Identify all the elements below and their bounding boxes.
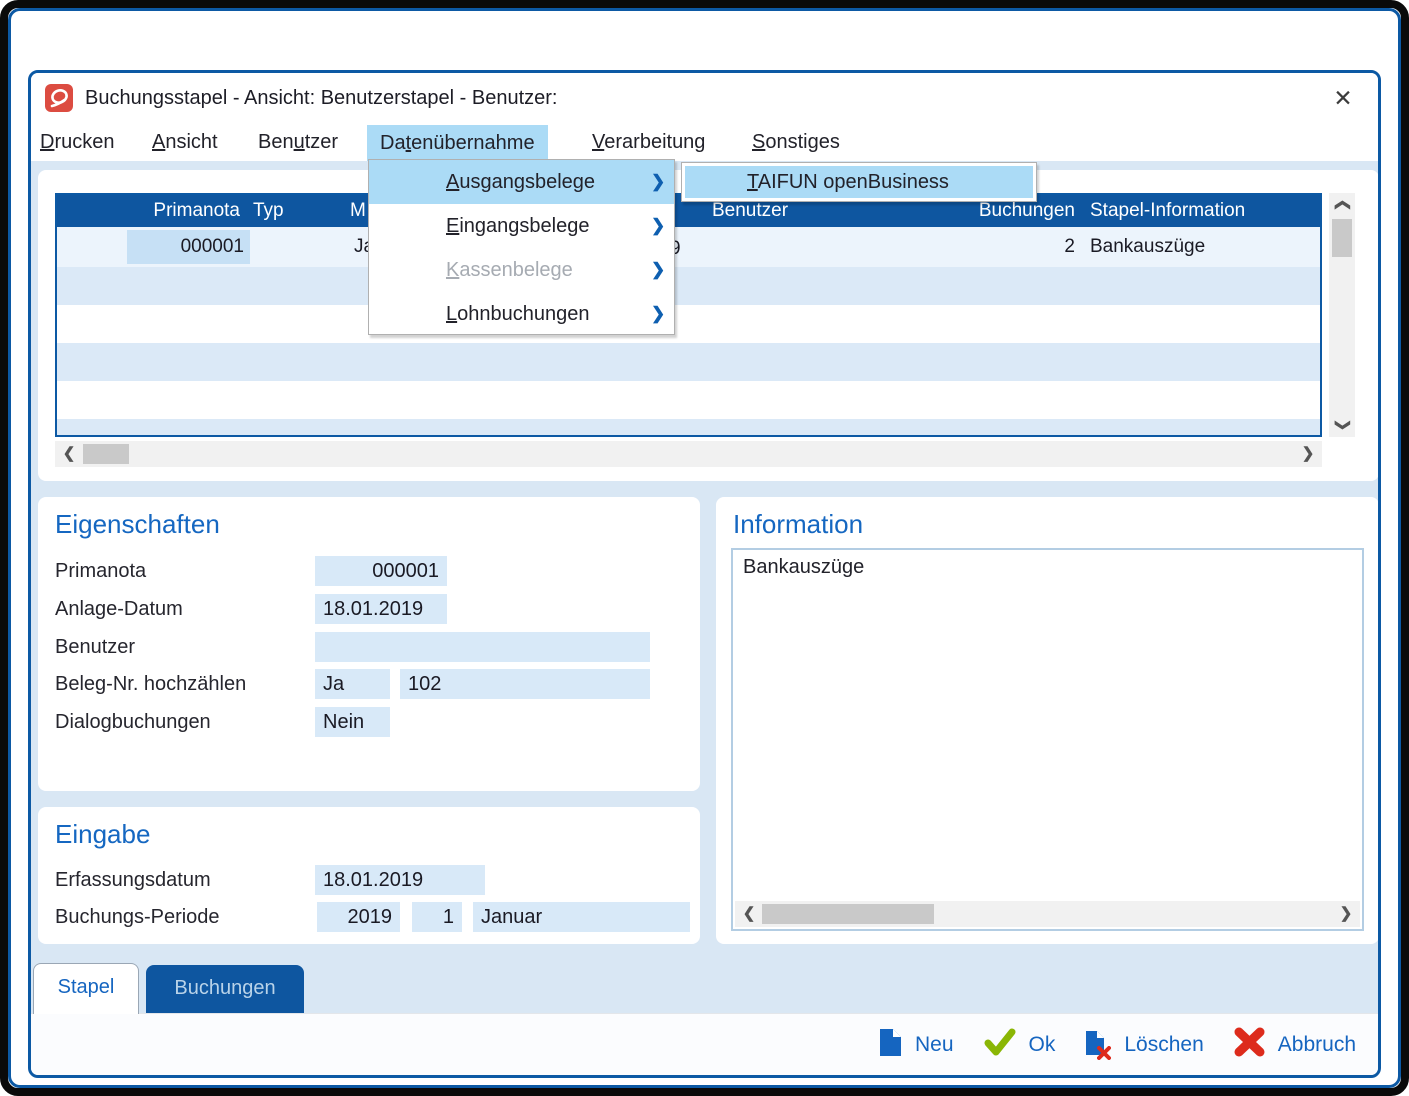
entry-title: Eingabe [55,819,150,850]
new-button[interactable]: Neu [879,1028,954,1063]
ausgangsbelege-submenu: TAIFUN openBusiness [681,162,1037,202]
menu-item-ansicht[interactable]: Ansicht [152,123,218,161]
periode-number-field[interactable]: 1 [412,902,462,932]
beleg-nr-flag-field[interactable]: Ja [315,669,390,699]
menu-item-ausgangsbelege[interactable]: Ausgangsbelege ❯ [369,160,674,204]
scroll-up-icon[interactable]: ❮ [1329,193,1355,217]
cancel-button[interactable]: Abbruch [1234,1027,1356,1063]
hscroll-thumb[interactable] [83,444,129,464]
scroll-down-icon[interactable]: ❯ [1329,413,1355,437]
cell-stapel-information: Bankauszüge [1090,227,1205,267]
submenu-arrow-icon: ❯ [651,160,665,204]
benutzer-label: Benutzer [55,632,135,662]
table-row[interactable] [57,381,1320,419]
information-textarea[interactable]: Bankauszüge ❮ ❯ [731,548,1364,931]
info-hscroll-thumb[interactable] [762,904,934,924]
window-title: Buchungsstapel - Ansicht: Benutzerstapel… [85,73,558,123]
table-row[interactable] [57,267,1320,305]
information-panel: Information Bankauszüge ❮ ❯ [716,497,1379,944]
information-text: Bankauszüge [733,550,1362,585]
header-stapel-information[interactable]: Stapel-Information [1090,195,1245,227]
title-bar: Buchungsstapel - Ansicht: Benutzerstapel… [31,73,1378,123]
scroll-left-icon[interactable]: ❮ [737,901,761,927]
table-row[interactable] [57,305,1320,343]
menu-item-drucken[interactable]: Drucken [40,123,114,161]
primanota-label: Primanota [55,556,146,586]
footer-bar: Neu Ok [31,1013,1378,1075]
scroll-right-icon[interactable]: ❯ [1296,441,1320,467]
menu-item-lohnbuchungen[interactable]: Lohnbuchungen ❯ [369,292,674,336]
table-vertical-scrollbar[interactable]: ❮ ❯ [1329,193,1355,437]
vscroll-thumb[interactable] [1332,219,1352,257]
menu-item-eingangsbelege[interactable]: Eingangsbelege ❯ [369,204,674,248]
new-document-icon [879,1028,902,1063]
scroll-left-icon[interactable]: ❮ [57,441,81,467]
delete-document-icon [1085,1030,1111,1060]
table-row[interactable]: 000001 Ja 2 Bankauszüge [57,227,1320,267]
beleg-nr-value-field[interactable]: 102 [400,669,650,699]
buchungs-periode-label: Buchungs-Periode [55,902,220,932]
erfassungsdatum-field[interactable]: 18.01.2019 [315,865,485,895]
erfassungsdatum-label: Erfassungsdatum [55,865,211,895]
header-monat[interactable]: M [350,195,366,227]
cell-buchungen: 2 [1015,227,1075,267]
menu-item-verarbeitung[interactable]: Verarbeitung [592,123,705,161]
benutzer-field[interactable] [315,632,650,662]
dialogbuchungen-field[interactable]: Nein [315,707,390,737]
properties-title: Eigenschaften [55,509,220,540]
menu-item-benutzer[interactable]: Benutzer [258,123,338,161]
tab-buchungen[interactable]: Buchungen [146,965,304,1013]
datenuebernahme-dropdown: Ausgangsbelege ❯ Eingangsbelege ❯ Kassen… [368,159,675,335]
table-row[interactable] [57,343,1320,381]
submenu-arrow-icon: ❯ [651,292,665,336]
properties-panel: Eigenschaften Primanota 000001 Anlage-Da… [38,497,700,791]
check-icon [984,1028,1016,1062]
entry-panel: Eingabe Erfassungsdatum 18.01.2019 Buchu… [38,807,700,944]
batch-table: Primanota Typ M Benutzer Buchungen Stape… [55,193,1322,437]
ok-button[interactable]: Ok [984,1028,1056,1062]
header-primanota[interactable]: Primanota [115,195,240,227]
anlage-datum-label: Anlage-Datum [55,594,183,624]
dialogbuchungen-label: Dialogbuchungen [55,707,211,737]
anlage-datum-field[interactable]: 18.01.2019 [315,594,447,624]
periode-year-field[interactable]: 2019 [317,902,400,932]
table-horizontal-scrollbar[interactable]: ❮ ❯ [55,441,1322,467]
menu-item-sonstiges[interactable]: Sonstiges [752,123,840,161]
scroll-right-icon[interactable]: ❯ [1334,901,1358,927]
batch-table-panel: Primanota Typ M Benutzer Buchungen Stape… [38,170,1379,481]
header-typ[interactable]: Typ [253,195,284,227]
buchungsstapel-dialog: Buchungsstapel - Ansicht: Benutzerstapel… [28,70,1381,1078]
cancel-x-icon [1234,1027,1265,1063]
information-horizontal-scrollbar[interactable]: ❮ ❯ [735,901,1360,927]
tab-stapel[interactable]: Stapel [33,963,139,1014]
menu-bar: Drucken Ansicht Benutzer Datenübernahme … [31,123,1378,161]
submenu-arrow-icon: ❯ [651,248,665,292]
menu-item-datenuebernahme[interactable]: Datenübernahme [367,125,548,161]
menu-item-taifun-openbusiness[interactable]: TAIFUN openBusiness [685,166,1033,198]
cell-primanota[interactable]: 000001 [127,230,250,264]
close-icon[interactable]: ✕ [1328,83,1358,113]
delete-button[interactable]: Löschen [1085,1030,1203,1060]
menu-item-kassenbelege: Kassenbelege ❯ [369,248,674,292]
taifun-app-icon [45,84,73,112]
primanota-field[interactable]: 000001 [315,556,447,586]
table-row [57,419,1320,435]
submenu-arrow-icon: ❯ [651,204,665,248]
information-title: Information [733,509,863,540]
beleg-nr-label: Beleg-Nr. hochzählen [55,669,246,699]
periode-month-field[interactable]: Januar [473,902,690,932]
